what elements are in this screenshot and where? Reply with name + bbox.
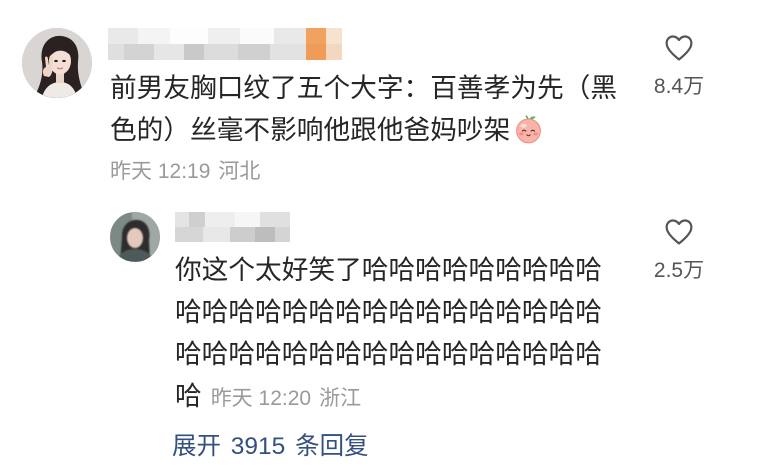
reply-location: 浙江 xyxy=(319,387,362,410)
reply-time: 昨天 12:20 xyxy=(210,387,312,410)
like-count: 8.4万 xyxy=(653,75,705,98)
reply-text-line: 哈昨天 12:20 浙江 xyxy=(175,375,602,417)
like-count: 2.5万 xyxy=(653,259,705,282)
replier-avatar[interactable] xyxy=(110,212,160,262)
comment-like-button[interactable]: 8.4万 xyxy=(640,34,718,100)
reply-body[interactable]: 你这个太好笑了哈哈哈哈哈哈哈哈哈 哈哈哈哈哈哈哈哈哈哈哈哈哈哈哈哈 哈哈哈哈哈哈… xyxy=(175,249,602,417)
expand-replies-link[interactable]: 展开 3915 条回复 xyxy=(172,433,369,461)
comment-text-line: 前男友胸口纹了五个大字：百善孝为先（黑 xyxy=(110,73,618,103)
reply-text-line: 哈哈哈哈哈哈哈哈哈哈哈哈哈哈哈哈 xyxy=(175,297,602,327)
comment-time: 昨天 12:19 xyxy=(110,160,211,183)
heart-icon[interactable] xyxy=(664,34,694,62)
reply-meta: 昨天 12:20 浙江 xyxy=(211,387,361,410)
replier-username-blurred[interactable] xyxy=(175,212,290,242)
commenter-username-blurred[interactable] xyxy=(108,28,342,60)
reply-text-line: 哈哈哈哈哈哈哈哈哈哈哈哈哈哈哈哈 xyxy=(175,339,602,369)
peach-face-emoji-icon xyxy=(513,113,544,144)
comment-meta: 昨天 12:19 河北 xyxy=(110,159,260,185)
avatar-photo xyxy=(22,28,92,98)
comment-location: 河北 xyxy=(218,160,261,183)
comment-thread: 前男友胸口纹了五个大字：百善孝为先（黑 色的）丝毫不影响他跟他爸妈吵架 昨天 1… xyxy=(0,0,771,475)
comment-text: 色的）丝毫不影响他跟他爸妈吵架 xyxy=(110,115,511,145)
reply-text: 哈 xyxy=(175,381,202,411)
comment-text-line: 色的）丝毫不影响他跟他爸妈吵架 xyxy=(110,109,617,151)
commenter-avatar[interactable] xyxy=(22,28,92,98)
reply-like-button[interactable]: 2.5万 xyxy=(640,218,718,284)
reply-text-line: 你这个太好笑了哈哈哈哈哈哈哈哈哈 xyxy=(175,255,602,285)
avatar-photo xyxy=(110,212,160,262)
heart-icon[interactable] xyxy=(664,218,694,246)
comment-body[interactable]: 前男友胸口纹了五个大字：百善孝为先（黑 色的）丝毫不影响他跟他爸妈吵架 xyxy=(110,67,617,151)
